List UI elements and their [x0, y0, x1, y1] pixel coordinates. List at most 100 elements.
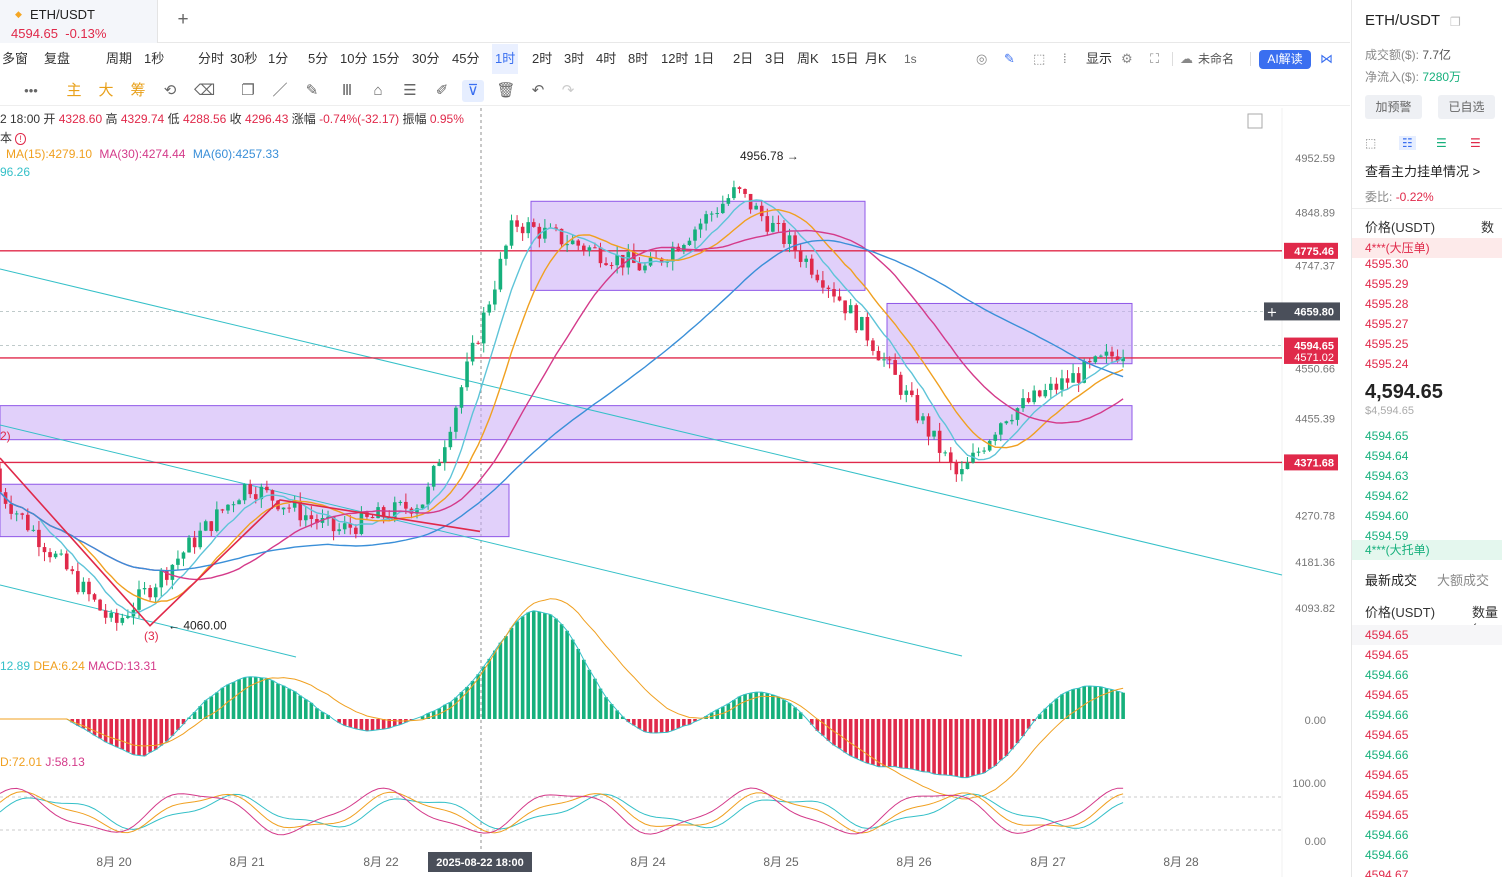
filter-icon[interactable]: ⊽ [462, 80, 484, 102]
candle-body [431, 465, 436, 487]
line-tool-icon[interactable]: ／ [270, 80, 290, 102]
layout-icon-4[interactable]: ☰ [1470, 136, 1481, 150]
chips-button[interactable]: 筹 [128, 80, 148, 102]
layout-icon-2[interactable]: ☷ [1399, 136, 1416, 150]
trash-icon[interactable]: 🗑 [496, 80, 516, 102]
period-1d-button[interactable]: 1日 [694, 44, 714, 74]
chart-canvas[interactable]: 4956.78 → ← 4060.00 (3) 2) 4952.59 4848.89 474… [0, 108, 1350, 877]
period-45m-button[interactable]: 45分 [452, 44, 479, 74]
share-icon[interactable]: ⋈ [1320, 44, 1333, 74]
add-alert-button[interactable]: 加预警 [1365, 95, 1422, 119]
candle-body [370, 516, 375, 519]
ask-row[interactable]: 4595.24 [1352, 354, 1502, 374]
period-3h-button[interactable]: 3时 [564, 44, 584, 74]
tab-large-trades[interactable]: 大额成交 [1437, 570, 1489, 589]
period-1M-button[interactable]: 月K [865, 44, 887, 74]
pattern-icon[interactable]: Ⅲ [336, 80, 358, 102]
period-8h-button[interactable]: 8时 [628, 44, 648, 74]
candle-body [342, 523, 347, 530]
ask-row[interactable]: 4595.25 [1352, 334, 1502, 354]
candle-body [153, 587, 158, 598]
clear-icon[interactable]: ⌫ [194, 80, 215, 102]
settings-icon[interactable]: ⚙ [1121, 44, 1133, 74]
tab-latest-trades[interactable]: 最新成交 [1365, 570, 1417, 589]
period-3d-button[interactable]: 3日 [765, 44, 785, 74]
period-30s-button[interactable]: 30秒 [230, 44, 257, 74]
undo-icon[interactable]: ↶ [528, 80, 548, 102]
candle-body [926, 416, 931, 437]
lock-icon[interactable]: ⌂ [368, 80, 388, 102]
period-1s-small-button[interactable]: 1s [904, 44, 917, 74]
ask-row[interactable]: 4595.28 [1352, 294, 1502, 314]
kline-chart[interactable]: 4956.78 → ← 4060.00 (3) 2) 4952.59 4848.89 474… [0, 108, 1350, 877]
ai-interpret-button[interactable]: AI解读 [1259, 50, 1311, 69]
period-1w-button[interactable]: 周K [797, 44, 819, 74]
trade-row: 4594.65 [1365, 768, 1409, 782]
main-orders-link[interactable]: 查看主力挂单情况 > [1365, 161, 1480, 180]
period-1m-button[interactable]: 1分 [268, 44, 288, 74]
pen-icon[interactable]: ✎ [302, 80, 322, 102]
period-2d-button[interactable]: 2日 [733, 44, 753, 74]
macd-bar [365, 719, 369, 731]
candle-body [9, 503, 13, 514]
period-multi-window-button[interactable]: 多窗 [2, 44, 28, 74]
period-12h-button[interactable]: 12时 [661, 44, 688, 74]
ask-row[interactable]: 4595.29 [1352, 274, 1502, 294]
main-indicator-button[interactable]: 主 [64, 80, 84, 102]
period-15d-button[interactable]: 15日 [831, 44, 858, 74]
period-toolbar: 多窗 复盘 周期 1秒 分时 30秒 1分 5分 10分 15分 30分 45分 1时 2时 3时 4时 8时 1… [0, 44, 1350, 74]
large-order-button[interactable]: 大 [96, 80, 116, 102]
copy-symbol-icon[interactable]: ❐ [1450, 15, 1461, 29]
trade-row: 4594.67 [1365, 868, 1409, 877]
candle-body [854, 305, 859, 331]
period-timeline-button[interactable]: 分时 [198, 44, 224, 74]
period-15m-button[interactable]: 15分 [372, 44, 399, 74]
candle-body [670, 246, 675, 262]
copy-icon[interactable]: ❐ [238, 80, 258, 102]
bid-row[interactable]: 4594.63 [1352, 466, 1502, 486]
period-replay-button[interactable]: 复盘 [44, 44, 70, 74]
period-unnamed-button[interactable]: 未命名 [1198, 44, 1234, 74]
redo-icon[interactable]: ↷ [558, 80, 578, 102]
period-2h-button[interactable]: 2时 [532, 44, 552, 74]
macd-bar [1021, 719, 1025, 737]
expand-icon[interactable]: ⛶ [1150, 44, 1159, 74]
period-1h-button[interactable]: 1时 [492, 44, 519, 74]
candle-body [1087, 361, 1092, 363]
period-30m-button[interactable]: 30分 [412, 44, 439, 74]
compare-icon[interactable]: ⟲ [160, 80, 180, 102]
bid-row[interactable]: 4594.65 [1352, 426, 1502, 446]
macd-bar [281, 685, 286, 719]
more-icon[interactable]: ••• [20, 80, 42, 102]
ask-row[interactable]: 4595.27 [1352, 314, 1502, 334]
pen-edit-icon[interactable]: ✎ [1004, 44, 1015, 74]
template-icon[interactable]: ☰ [400, 80, 420, 102]
camera-icon[interactable]: ◎ [976, 44, 987, 74]
bid-row[interactable]: 4594.62 [1352, 486, 1502, 506]
period-period-button[interactable]: 周期 [106, 44, 132, 74]
big-bid-row[interactable]: 4***(大托单) [1352, 540, 1502, 560]
brush-icon[interactable]: ✐ [432, 80, 452, 102]
grid-icon[interactable]: ⁞ [1063, 44, 1067, 74]
candle-body [137, 589, 141, 610]
bid-row[interactable]: 4594.60 [1352, 506, 1502, 526]
period-10m-button[interactable]: 10分 [340, 44, 367, 74]
layout-icon-3[interactable]: ☰ [1436, 136, 1447, 150]
period-1s-button[interactable]: 1秒 [144, 44, 164, 74]
cloud-icon[interactable]: ☁ [1180, 44, 1193, 74]
macd-bar [921, 719, 925, 772]
tab-eth-usdt[interactable]: ◆ ETH/USDT 4594.65 -0.13% [0, 0, 158, 43]
candle-body [1015, 408, 1020, 420]
layout-icon-1[interactable]: ⬚ [1365, 136, 1376, 150]
info-icon[interactable]: ! [15, 133, 26, 145]
candle-body [682, 244, 686, 252]
candle-body [860, 316, 864, 331]
fullscreen-frame-icon[interactable]: ⬚ [1033, 44, 1045, 74]
add-tab-icon[interactable]: + [174, 10, 192, 30]
period-5m-button[interactable]: 5分 [308, 44, 328, 74]
favorite-button[interactable]: 已自选 [1438, 95, 1495, 119]
period-display-button[interactable]: 显示 [1086, 44, 1112, 74]
ask-row[interactable]: 4595.30 [1352, 254, 1502, 274]
bid-row[interactable]: 4594.64 [1352, 446, 1502, 466]
period-4h-button[interactable]: 4时 [596, 44, 616, 74]
